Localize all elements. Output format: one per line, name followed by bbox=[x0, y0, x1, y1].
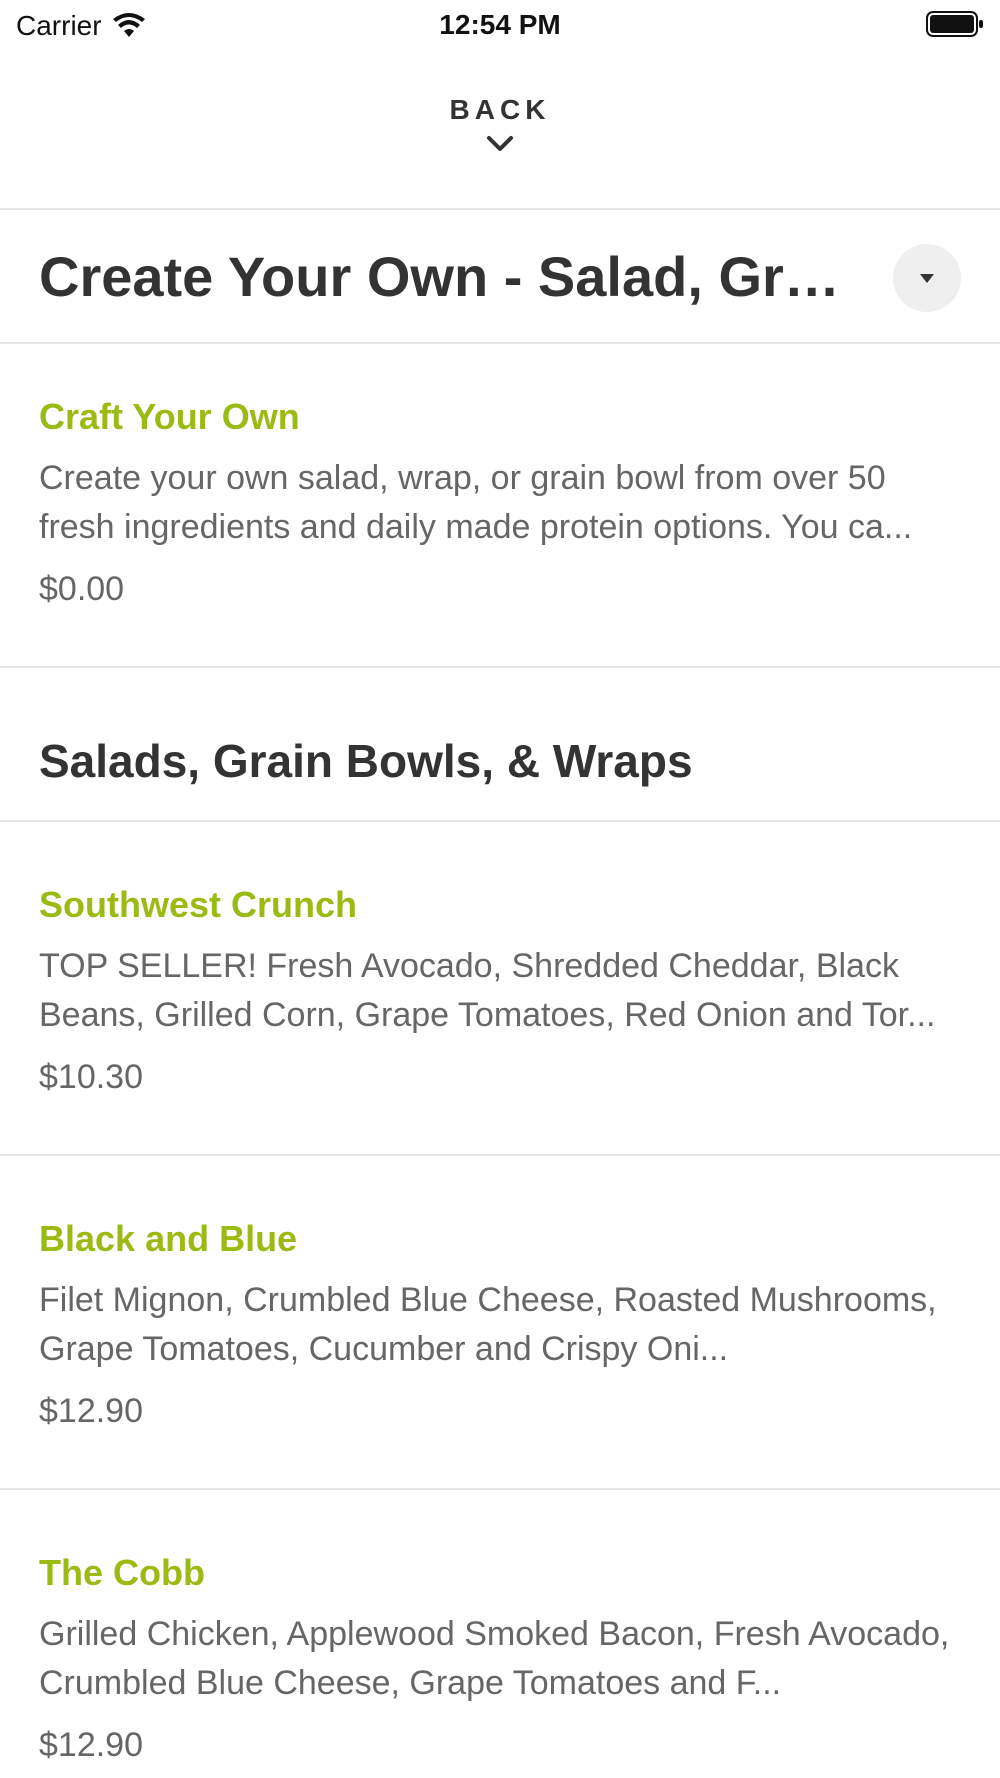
chevron-down-icon bbox=[487, 136, 513, 151]
battery-icon bbox=[926, 11, 983, 37]
item-description: TOP SELLER! Fresh Avocado, Shredded Ched… bbox=[39, 947, 936, 1034]
category-title: Create Your Own - Salad, Grain Bowls, & … bbox=[39, 245, 859, 308]
category-selector[interactable]: Create Your Own - Salad, Grain Bowls, & … bbox=[0, 210, 1000, 344]
status-time: 12:54 PM bbox=[439, 9, 561, 40]
item-price: $12.90 bbox=[39, 1726, 143, 1764]
category-dropdown-button[interactable] bbox=[893, 244, 961, 312]
status-bar: Carrier 12:54 PM bbox=[0, 0, 1000, 50]
item-description: Create your own salad, wrap, or grain bo… bbox=[39, 459, 913, 546]
item-price: $12.90 bbox=[39, 1392, 143, 1430]
caret-down-icon bbox=[920, 273, 934, 283]
section-title: Salads, Grain Bowls, & Wraps bbox=[39, 735, 693, 787]
item-price: $0.00 bbox=[39, 570, 125, 608]
menu-item-the-cobb[interactable]: The Cobb Grilled Chicken, Applewood Smok… bbox=[0, 1490, 1000, 1778]
menu-item-craft-your-own[interactable]: Craft Your Own Create your own salad, wr… bbox=[0, 344, 1000, 668]
item-price: $10.30 bbox=[39, 1058, 143, 1096]
item-description: Filet Mignon, Crumbled Blue Cheese, Roas… bbox=[39, 1281, 937, 1368]
menu-item-black-and-blue[interactable]: Black and Blue Filet Mignon, Crumbled Bl… bbox=[0, 1156, 1000, 1490]
back-button[interactable]: BACK bbox=[0, 50, 1000, 210]
back-label: BACK bbox=[449, 94, 551, 125]
item-name: Southwest Crunch bbox=[39, 884, 358, 925]
section-header: Salads, Grain Bowls, & Wraps bbox=[0, 668, 1000, 822]
menu-item-southwest-crunch[interactable]: Southwest Crunch TOP SELLER! Fresh Avoca… bbox=[0, 822, 1000, 1156]
item-name: The Cobb bbox=[39, 1552, 205, 1593]
item-description: Grilled Chicken, Applewood Smoked Bacon,… bbox=[39, 1615, 950, 1702]
item-name: Craft Your Own bbox=[39, 396, 300, 437]
item-name: Black and Blue bbox=[39, 1218, 298, 1259]
